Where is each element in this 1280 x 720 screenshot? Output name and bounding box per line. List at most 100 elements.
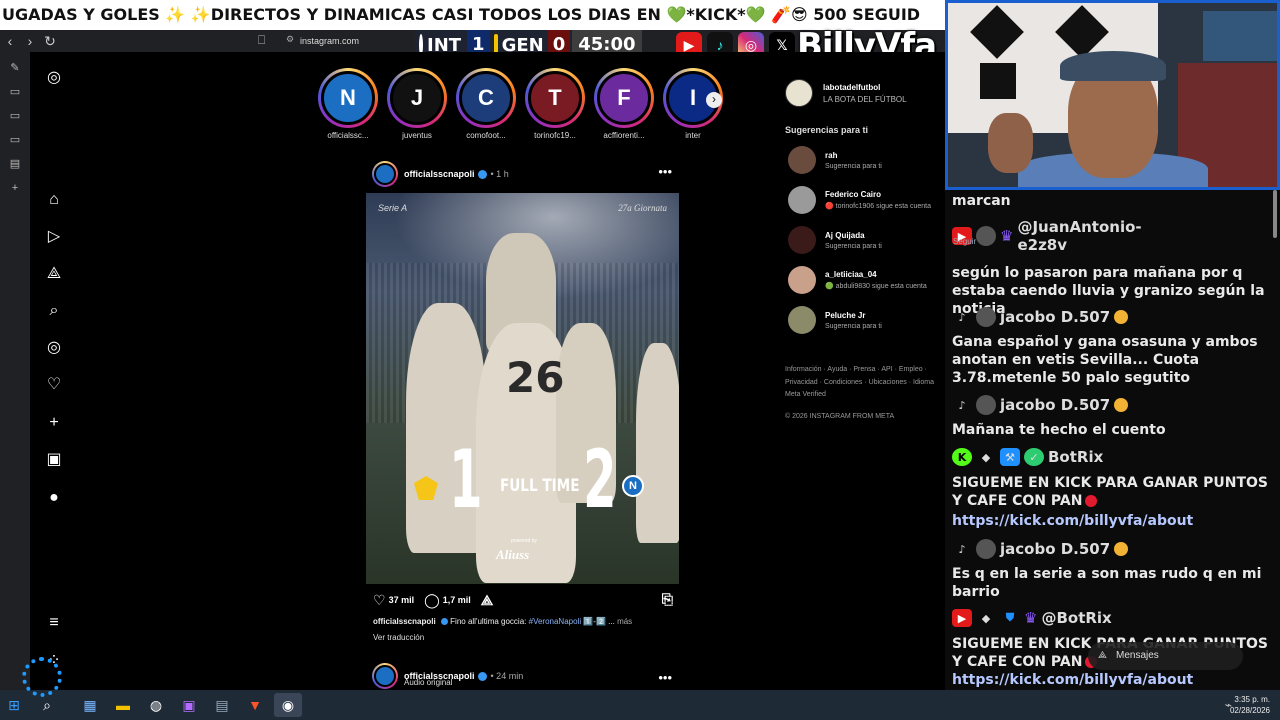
dashboard-icon[interactable]: ▣ [44, 450, 64, 470]
chat-link[interactable]: https://kick.com/billyvfa/about [952, 512, 1274, 530]
back-button[interactable]: ‹ [0, 31, 20, 51]
address-bar[interactable]: instagram.com [300, 30, 359, 52]
post-image[interactable]: Serie A 27a Giornata 26 1 FULL TIME 2 N … [366, 193, 679, 584]
post-avatar[interactable] [372, 663, 398, 689]
story-ring[interactable]: F [594, 68, 654, 128]
story-ring[interactable]: N [318, 68, 378, 128]
story-item[interactable]: Jjuventus [387, 68, 447, 140]
add-panel-icon[interactable]: + [0, 176, 30, 200]
suggestion-username[interactable]: rah [825, 151, 882, 160]
current-profile[interactable]: labotadelfutbol LA BOTA DEL FÚTBOL [785, 79, 907, 107]
pen-icon[interactable]: ✎ [0, 56, 30, 80]
reels-icon[interactable]: ▷ [44, 227, 64, 247]
more-menu-icon[interactable]: ≡ [44, 613, 64, 633]
post-options-button[interactable]: ••• [658, 670, 672, 685]
mod-badge-icon: ⚒ [1000, 448, 1020, 466]
suggestion-username[interactable]: Peluche Jr [825, 311, 882, 320]
copyright: © 2026 INSTAGRAM FROM META [785, 413, 895, 420]
suggestion-avatar[interactable] [788, 226, 816, 254]
chat-username: ▶ ◆ ⛊ ♛ @BotRix [952, 609, 1112, 627]
system-clock[interactable]: 3:35 p. m. 02/28/2026 [1230, 694, 1270, 716]
suggestion-username[interactable]: Aj Quijada [825, 231, 882, 240]
story-ring[interactable]: T [525, 68, 585, 128]
save-icon[interactable]: ⎘ [662, 591, 673, 608]
story-name: comofoot... [466, 131, 506, 140]
suggestion-avatar[interactable] [788, 186, 816, 214]
story-ring[interactable]: C [456, 68, 516, 128]
profile-avatar[interactable]: ● [44, 488, 64, 508]
post-avatar[interactable] [372, 161, 398, 187]
story-name: officialssc... [327, 131, 369, 140]
search-icon[interactable]: ⌕ [44, 301, 64, 321]
footer-links[interactable]: Privacidad · Condiciones · Ubicaciones ·… [785, 377, 947, 390]
history-icon[interactable]: ▭ [0, 128, 30, 152]
suggestion-item[interactable]: a_letiiciaa_04 🟢 abduli9830 sigue esta cu… [788, 265, 948, 295]
forward-button[interactable]: › [20, 31, 40, 51]
story-item[interactable]: Facffiorenti... [594, 68, 654, 140]
profile-name: LA BOTA DEL FÚTBOL [823, 94, 907, 104]
panel-icon[interactable]: ▭ [0, 80, 30, 104]
story-item[interactable]: Nofficialssc... [318, 68, 378, 140]
app-icon[interactable]: ▤ [208, 693, 236, 717]
emoji-icon [1114, 398, 1129, 412]
suggestion-avatar[interactable] [788, 146, 816, 174]
suggestion-username[interactable]: a_letiiciaa_04 [825, 270, 927, 279]
tiktok-icon: ♪ [958, 542, 966, 556]
calculator-icon[interactable]: ▦ [76, 693, 104, 717]
brave-browser-icon[interactable]: ▼ [241, 693, 269, 717]
instagram-logo-icon[interactable]: ◎ [44, 68, 64, 88]
suggestion-item[interactable]: Peluche Jr Sugerencia para ti [788, 305, 948, 335]
suggestion-avatar[interactable] [788, 266, 816, 294]
reading-list-icon[interactable]: ▤ [0, 152, 30, 176]
chat-link[interactable]: https://kick.com/billyvfa/about [952, 671, 1274, 689]
suggestion-item[interactable]: Federico Cairo 🔴 torinofc1906 sigue esta … [788, 185, 948, 215]
create-icon[interactable]: + [44, 413, 64, 433]
site-info-icon[interactable]: ⚙ [286, 34, 294, 45]
suggestion-item[interactable]: rah Sugerencia para ti [788, 145, 948, 175]
wallet-icon[interactable]: ▭ [0, 104, 30, 128]
caption-more-link[interactable]: más [617, 617, 632, 626]
story-ring[interactable]: J [387, 68, 447, 128]
profile-avatar[interactable] [785, 79, 813, 107]
story-name: torinofc19... [534, 131, 576, 140]
app-icon[interactable]: ▣ [175, 693, 203, 717]
jersey-number: 26 [506, 353, 565, 402]
like-icon[interactable]: ♡ [373, 592, 386, 609]
post-options-button[interactable]: ••• [658, 164, 672, 179]
story-avatar: J [390, 71, 444, 125]
reload-button[interactable]: ↻ [40, 31, 60, 51]
obs-icon[interactable]: ◉ [274, 693, 302, 717]
file-explorer-icon[interactable]: ▬ [109, 693, 137, 717]
bookmark-icon[interactable]: ⎕ [258, 33, 265, 48]
chat-avatar [976, 307, 996, 327]
app-icon[interactable]: ◍ [142, 693, 170, 717]
caption-username[interactable]: officialsscnapoli [373, 617, 436, 626]
follow-label[interactable]: Seguir [953, 237, 976, 246]
messages-icon[interactable]: ⟁ [44, 264, 64, 284]
suggestion-item[interactable]: Aj Quijada Sugerencia para ti [788, 225, 948, 255]
windows-start-icon[interactable]: ⊞ [0, 693, 28, 717]
footer-links[interactable]: Información · Ayuda · Prensa · API · Emp… [785, 364, 947, 377]
emoji-icon [1114, 310, 1129, 324]
home-final-score: 1 [449, 433, 483, 526]
home-icon[interactable]: ⌂ [44, 190, 64, 210]
suggestion-username[interactable]: Federico Cairo [825, 190, 931, 199]
footer-meta-verified[interactable]: Meta Verified [785, 389, 947, 402]
instagram-footer: Información · Ayuda · Prensa · API · Emp… [785, 364, 947, 402]
red-dot-emoji-icon [1085, 495, 1098, 507]
profile-username[interactable]: labotadelfutbol [823, 83, 907, 92]
messages-button[interactable]: ⟁ Mensajes [1088, 642, 1243, 670]
translate-link[interactable]: Ver traducción [373, 633, 424, 642]
story-avatar: N [321, 71, 375, 125]
post-username[interactable]: officialsscnapoli [404, 169, 475, 179]
explore-icon[interactable]: ◎ [44, 338, 64, 358]
notifications-icon[interactable]: ♡ [44, 375, 64, 395]
comment-icon[interactable]: ◯ [424, 592, 440, 609]
caption-hashtag[interactable]: #VeronaNapoli [529, 617, 581, 626]
story-item[interactable]: Ttorinofc19... [525, 68, 585, 140]
suggestion-avatar[interactable] [788, 306, 816, 334]
story-item[interactable]: Ccomofoot... [456, 68, 516, 140]
share-icon[interactable]: ⟁ [481, 592, 494, 609]
stories-next-button[interactable]: › [706, 92, 722, 108]
post-audio[interactable]: Audio original [404, 678, 452, 687]
